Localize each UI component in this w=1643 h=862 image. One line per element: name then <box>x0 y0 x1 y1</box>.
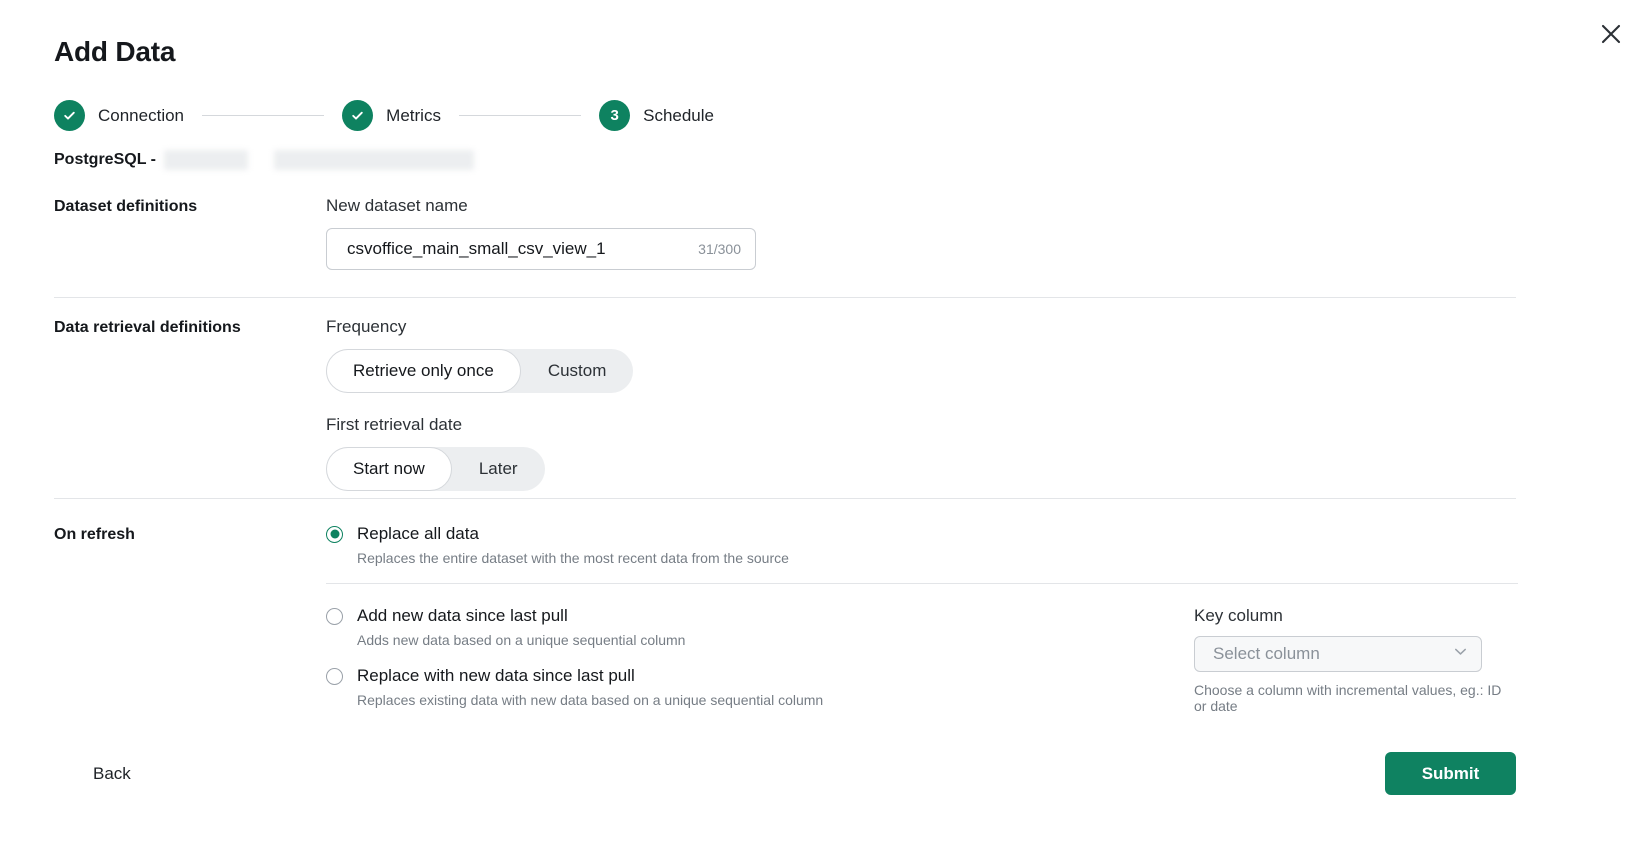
chevron-down-icon <box>1452 643 1469 665</box>
refresh-option-replace-all-description: Replaces the entire dataset with the mos… <box>357 550 789 566</box>
refresh-option-replace-new-description: Replaces existing data with new data bas… <box>357 692 824 708</box>
add-data-dialog: Add Data Connection Metrics 3 Schedule P… <box>0 0 1643 862</box>
page-title: Add Data <box>54 36 176 67</box>
first-retrieval-segmented-control[interactable]: Start now Later <box>326 447 545 491</box>
key-column-selected-value: Select column <box>1213 644 1320 663</box>
submit-button[interactable]: Submit <box>1385 752 1516 795</box>
close-icon <box>1600 23 1622 45</box>
step-schedule-label: Schedule <box>643 105 714 125</box>
step-connection-label: Connection <box>98 105 185 125</box>
back-button[interactable]: Back <box>85 758 139 790</box>
data-retrieval-section: Data retrieval definitions Frequency Ret… <box>54 317 1516 491</box>
stepper-connector-1 <box>202 115 325 116</box>
close-button[interactable] <box>1593 16 1629 52</box>
frequency-label: Frequency <box>326 317 407 336</box>
data-retrieval-label: Data retrieval definitions <box>54 319 241 336</box>
data-source-prefix: PostgreSQL - <box>54 151 156 168</box>
refresh-option-add-new-description: Adds new data based on a unique sequenti… <box>357 632 686 648</box>
step-schedule-badge: 3 <box>599 100 631 131</box>
new-dataset-name-label: New dataset name <box>326 196 468 215</box>
section-divider-2 <box>54 498 1516 499</box>
refresh-option-replace-all-label: Replace all data <box>357 524 479 543</box>
first-retrieval-option-start-now[interactable]: Start now <box>326 447 452 491</box>
data-source-line: PostgreSQL - <box>54 150 474 170</box>
on-refresh-label: On refresh <box>54 526 135 543</box>
refresh-option-replace-all[interactable]: Replace all data <box>326 524 926 544</box>
step-metrics-label: Metrics <box>386 105 441 125</box>
step-connection-badge <box>54 100 85 131</box>
redacted-source-detail <box>273 150 474 170</box>
step-connection[interactable]: Connection <box>54 100 184 131</box>
refresh-option-add-new[interactable]: Add new data since last pull <box>326 606 926 626</box>
dataset-definitions-section: Dataset definitions New dataset name 31/… <box>54 196 1516 270</box>
dataset-definitions-label: Dataset definitions <box>54 198 198 215</box>
key-column-help-text: Choose a column with incremental values,… <box>1194 682 1502 714</box>
wizard-stepper: Connection Metrics 3 Schedule <box>54 100 714 131</box>
refresh-option-replace-new[interactable]: Replace with new data since last pull <box>326 666 926 686</box>
first-retrieval-option-later[interactable]: Later <box>452 447 545 491</box>
key-column-select[interactable]: Select column <box>1194 636 1482 672</box>
stepper-connector-2 <box>458 115 582 116</box>
step-metrics[interactable]: Metrics <box>342 100 441 131</box>
refresh-option-add-new-label: Add new data since last pull <box>357 606 568 625</box>
new-dataset-name-input[interactable] <box>347 239 689 259</box>
radio-add-new-data[interactable] <box>326 607 343 625</box>
section-divider-1 <box>54 297 1516 298</box>
frequency-segmented-control[interactable]: Retrieve only once Custom <box>326 349 634 393</box>
character-counter: 31/300 <box>698 241 741 257</box>
step-schedule[interactable]: 3 Schedule <box>599 100 714 131</box>
radio-replace-with-new-data[interactable] <box>326 667 343 685</box>
refresh-option-replace-new-label: Replace with new data since last pull <box>357 666 635 685</box>
on-refresh-section: On refresh Replace all data Replaces the… <box>54 524 1518 714</box>
frequency-option-retrieve-once[interactable]: Retrieve only once <box>326 349 521 393</box>
key-column-label: Key column <box>1194 606 1283 625</box>
redacted-source-name <box>163 150 248 170</box>
frequency-option-custom[interactable]: Custom <box>521 349 634 393</box>
first-retrieval-date-label: First retrieval date <box>326 415 463 434</box>
new-dataset-name-field[interactable]: 31/300 <box>326 228 756 270</box>
radio-replace-all-data[interactable] <box>326 525 343 543</box>
step-metrics-badge <box>342 100 374 131</box>
